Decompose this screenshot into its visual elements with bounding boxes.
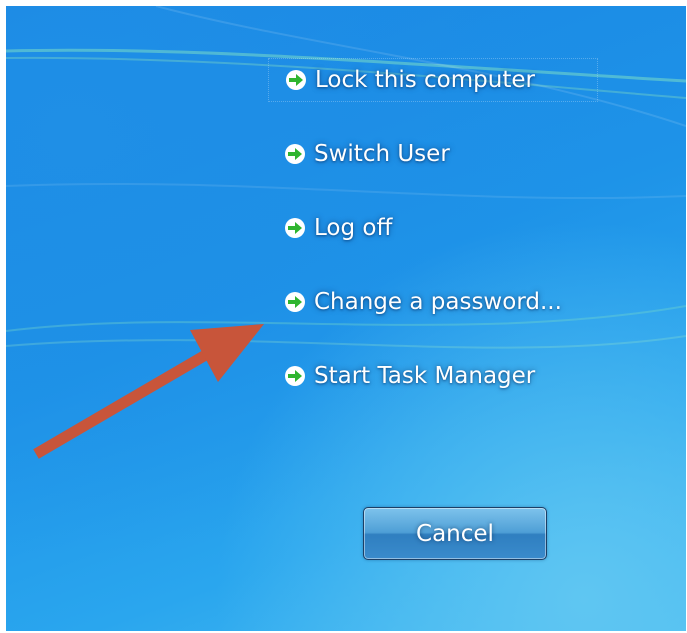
annotation-arrow	[33, 324, 264, 459]
security-options-screen: Lock this computer Switch User Log off C…	[6, 6, 686, 631]
